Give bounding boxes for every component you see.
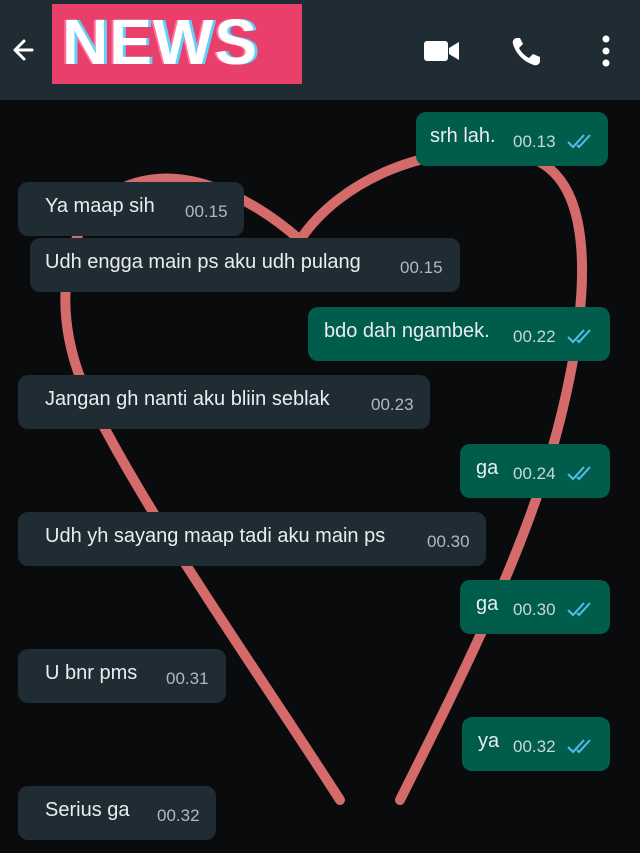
message-bubble-incoming[interactable]: U bnr pms 00.31 bbox=[18, 649, 226, 703]
chat-header: NEWS bbox=[0, 0, 640, 100]
news-badge-text: NEWS bbox=[62, 6, 258, 78]
message-bubble-incoming[interactable]: Udh engga main ps aku udh pulang 00.15 bbox=[30, 238, 460, 292]
message-time: 00.30 bbox=[513, 600, 556, 619]
message-text: Jangan gh nanti aku bliin seblak bbox=[45, 388, 330, 410]
message-time: 00.23 bbox=[371, 395, 414, 414]
message-text: srh lah. bbox=[430, 125, 496, 147]
message-bubble-incoming[interactable]: Jangan gh nanti aku bliin seblak 00.23 bbox=[18, 375, 430, 429]
message-time: 00.13 bbox=[513, 132, 556, 151]
message-time: 00.32 bbox=[157, 806, 200, 825]
message-text: Ya maap sih bbox=[45, 195, 155, 217]
message-text: U bnr pms bbox=[45, 662, 138, 684]
message-time: 00.31 bbox=[166, 669, 209, 688]
message-time: 00.30 bbox=[427, 532, 470, 551]
chat-area[interactable]: srh lah. 00.13 Ya maap sih 00.15 Udh eng… bbox=[0, 100, 640, 853]
message-time: 00.24 bbox=[513, 464, 556, 483]
message-bubble-incoming[interactable]: Ya maap sih 00.15 bbox=[18, 182, 244, 236]
message-time: 00.22 bbox=[513, 327, 556, 346]
message-text: Udh engga main ps aku udh pulang bbox=[45, 251, 361, 273]
message-text: bdo dah ngambek. bbox=[324, 320, 490, 342]
read-receipt-icon bbox=[567, 466, 591, 481]
message-bubble-incoming[interactable]: Udh yh sayang maap tadi aku main ps 00.3… bbox=[18, 512, 486, 566]
message-bubble-outgoing[interactable]: ga 00.30 bbox=[460, 580, 610, 634]
read-receipt-icon bbox=[567, 134, 591, 149]
message-bubble-outgoing[interactable]: srh lah. 00.13 bbox=[416, 112, 608, 166]
video-call-icon[interactable] bbox=[422, 34, 462, 68]
message-text: Udh yh sayang maap tadi aku main ps bbox=[45, 525, 386, 547]
message-text: ga bbox=[476, 457, 499, 479]
message-time: 00.15 bbox=[185, 202, 228, 221]
message-text: ya bbox=[478, 730, 500, 752]
back-arrow-icon[interactable] bbox=[12, 30, 36, 70]
message-bubble-outgoing[interactable]: ga 00.24 bbox=[460, 444, 610, 498]
message-time: 00.32 bbox=[513, 737, 556, 756]
message-bubble-incoming[interactable]: Serius ga 00.32 bbox=[18, 786, 216, 840]
more-options-icon[interactable] bbox=[586, 34, 626, 68]
message-time: 00.15 bbox=[400, 258, 443, 277]
message-text: Serius ga bbox=[45, 799, 130, 821]
read-receipt-icon bbox=[567, 329, 591, 344]
phone-icon[interactable] bbox=[508, 34, 548, 68]
message-bubble-outgoing[interactable]: bdo dah ngambek. 00.22 bbox=[308, 307, 610, 361]
read-receipt-icon bbox=[567, 602, 591, 617]
read-receipt-icon bbox=[567, 739, 591, 754]
message-bubble-outgoing[interactable]: ya 00.32 bbox=[462, 717, 610, 771]
message-text: ga bbox=[476, 593, 499, 615]
